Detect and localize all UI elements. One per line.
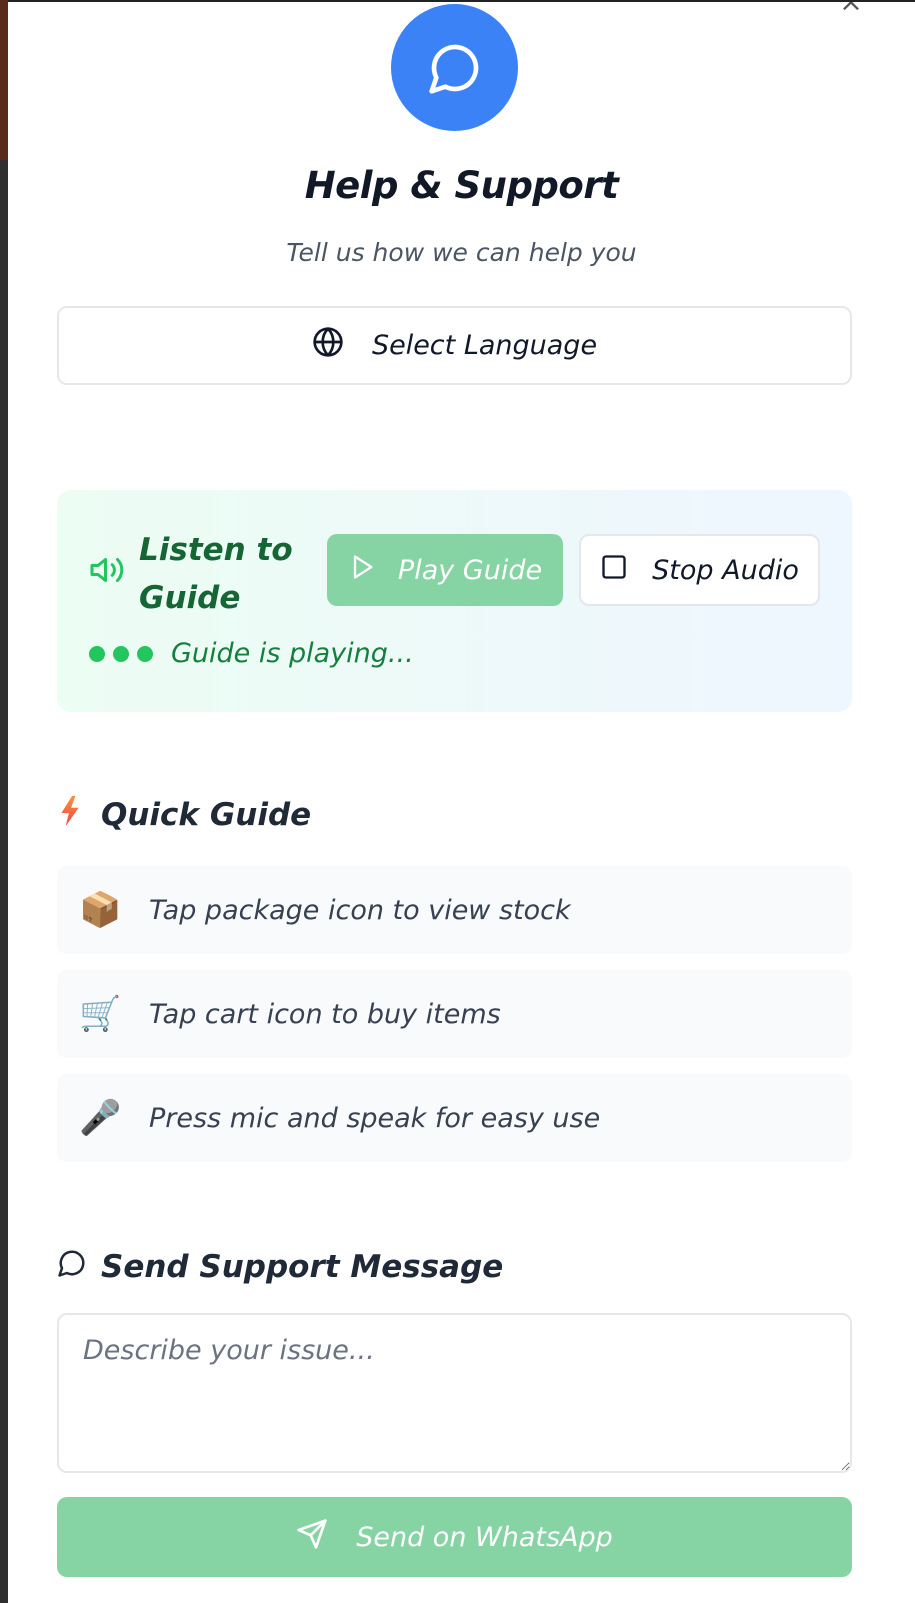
playing-dot <box>113 645 129 662</box>
guide-item-text: Press mic and speak for easy use <box>149 1102 601 1134</box>
playing-dot <box>137 645 153 662</box>
playing-status: Guide is playing... <box>171 638 414 669</box>
backdrop-image-strip <box>0 0 8 160</box>
play-guide-button[interactable]: Play Guide <box>327 534 563 606</box>
stop-audio-label: Stop Audio <box>652 554 799 586</box>
package-icon: 📦 <box>79 890 122 930</box>
stop-audio-button[interactable]: Stop Audio <box>579 534 820 606</box>
quick-guide-title: Quick Guide <box>101 797 312 833</box>
listen-guide-label: Listen to Guide <box>139 532 293 616</box>
send-icon <box>296 1518 328 1557</box>
audio-guide-card: Listen to Guide Play Guide Stop Audio Gu… <box>57 490 852 712</box>
support-message-heading: Send Support Message <box>57 1248 503 1286</box>
page-title: Help & Support <box>304 164 619 207</box>
speaker-icon <box>89 552 125 592</box>
list-item: 🛒 Tap cart icon to buy items <box>57 970 852 1058</box>
microphone-icon: 🎤 <box>79 1098 122 1138</box>
close-button[interactable]: × <box>837 0 865 18</box>
help-support-modal: × Help & Support Tell us how we can help… <box>8 0 915 1603</box>
issue-description-field[interactable] <box>57 1313 852 1473</box>
guide-item-text: Tap package icon to view stock <box>149 894 571 926</box>
play-icon <box>348 553 376 588</box>
select-language-button[interactable]: Select Language <box>57 306 852 385</box>
list-item: 📦 Tap package icon to view stock <box>57 866 852 954</box>
chat-bubble-icon <box>57 1248 87 1286</box>
cart-icon: 🛒 <box>79 994 122 1034</box>
select-language-label: Select Language <box>371 330 598 361</box>
play-guide-label: Play Guide <box>397 554 543 586</box>
support-message-title: Send Support Message <box>101 1249 504 1285</box>
guide-item-text: Tap cart icon to buy items <box>149 998 501 1030</box>
globe-icon <box>312 326 344 365</box>
lightning-icon <box>57 794 83 836</box>
send-whatsapp-label: Send on WhatsApp <box>356 1521 613 1553</box>
list-item: 🎤 Press mic and speak for easy use <box>57 1074 852 1162</box>
quick-guide-heading: Quick Guide <box>57 794 311 836</box>
playing-indicator: Guide is playing... <box>89 638 414 669</box>
stop-icon <box>600 553 628 588</box>
page-subtitle: Tell us how we can help you <box>286 238 637 267</box>
send-whatsapp-button[interactable]: Send on WhatsApp <box>57 1497 852 1577</box>
chat-bubble-icon <box>391 4 518 131</box>
playing-dot <box>89 645 105 662</box>
close-icon: × <box>839 0 863 18</box>
page-backdrop <box>0 0 8 1603</box>
